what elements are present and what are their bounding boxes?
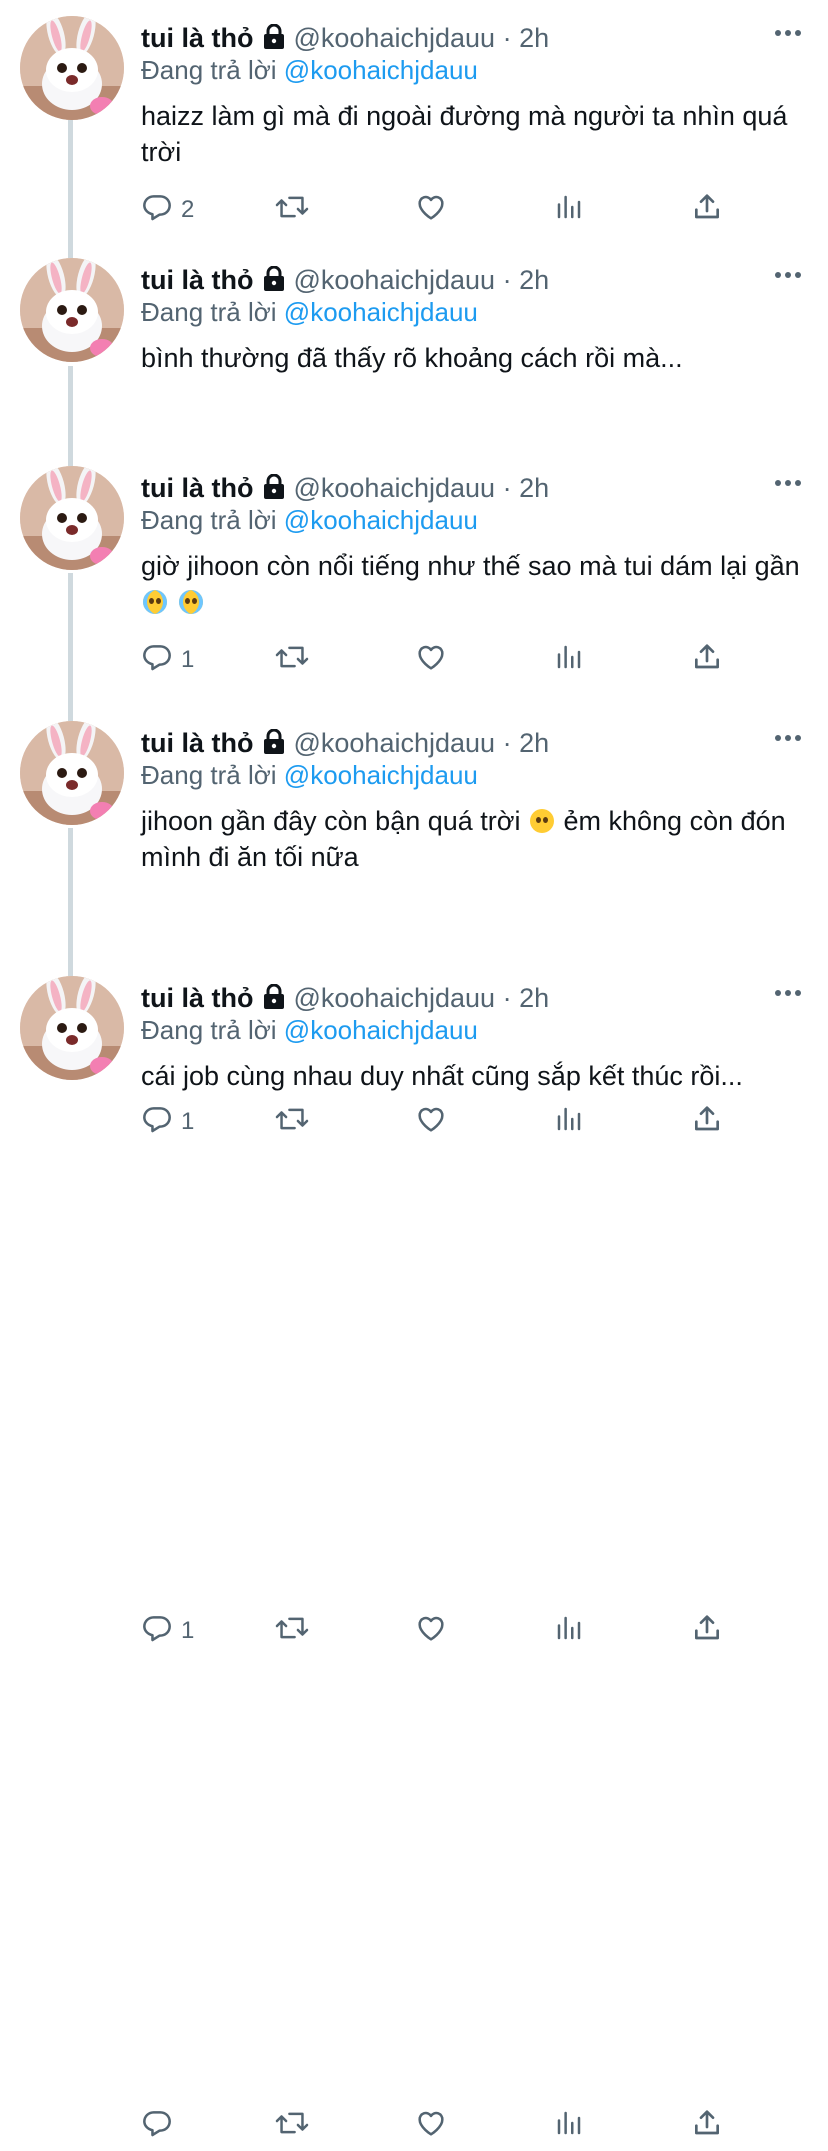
separator-dot: · xyxy=(502,728,512,758)
retweet-icon xyxy=(275,2107,309,2146)
crying-face-emoji xyxy=(143,590,167,614)
tweet-body: cái job cùng nhau duy nhất cũng sắp kết … xyxy=(141,1058,801,1094)
reply-button[interactable] xyxy=(141,2106,181,2146)
replying-to-label: Đang trả lời xyxy=(141,505,277,535)
separator-dot: · xyxy=(502,23,512,53)
user-handle[interactable]: @koohaichjdauu xyxy=(293,983,495,1013)
tweet-text: haizz làm gì mà đi ngoài đường mà người … xyxy=(141,101,795,167)
more-icon[interactable] xyxy=(774,729,802,747)
share-icon xyxy=(691,2107,723,2146)
tweet-actions xyxy=(141,2106,741,2146)
replying-to: Đang trả lời @koohaichjdauu xyxy=(141,1012,478,1048)
more-icon[interactable] xyxy=(774,474,802,492)
views-icon xyxy=(554,2107,584,2146)
replying-to-mention[interactable]: @koohaichjdauu xyxy=(284,505,478,535)
like-button[interactable] xyxy=(415,2106,447,2146)
retweet-icon xyxy=(275,191,309,230)
views-button[interactable] xyxy=(554,190,584,230)
timestamp[interactable]: 2h xyxy=(519,23,549,53)
user-handle[interactable]: @koohaichjdauu xyxy=(293,265,495,295)
like-button[interactable] xyxy=(415,190,447,230)
tweet-body: bình thường đã thấy rõ khoảng cách rồi m… xyxy=(141,340,801,376)
tweet-text: cái job cùng nhau duy nhất cũng sắp kết … xyxy=(141,1061,743,1091)
retweet-button[interactable] xyxy=(275,2106,309,2146)
tweet-actions: 2 xyxy=(141,190,741,230)
reply-icon xyxy=(141,2107,173,2146)
user-handle[interactable]: @koohaichjdauu xyxy=(293,728,495,758)
tweet-body: giờ jihoon còn nổi tiếng như thế sao mà … xyxy=(141,548,801,620)
timestamp[interactable]: 2h xyxy=(519,265,549,295)
user-handle[interactable]: @koohaichjdauu xyxy=(293,23,495,53)
pleading-face-emoji xyxy=(530,809,554,833)
separator-dot: · xyxy=(502,265,512,295)
share-icon xyxy=(691,191,723,230)
replying-to-mention[interactable]: @koohaichjdauu xyxy=(284,297,478,327)
like-icon xyxy=(415,2107,447,2146)
views-button[interactable] xyxy=(554,2106,584,2146)
separator-dot: · xyxy=(502,983,512,1013)
replying-to-label: Đang trả lời xyxy=(141,1015,277,1045)
avatar[interactable] xyxy=(20,258,124,362)
tweet-body: jihoon gần đây còn bận quá trời ẻm không… xyxy=(141,803,801,875)
display-name[interactable]: tui là thỏ xyxy=(141,23,253,53)
like-icon xyxy=(415,191,447,230)
tweet-text: bình thường đã thấy rõ khoảng cách rồi m… xyxy=(141,343,683,373)
replying-to-label: Đang trả lời xyxy=(141,760,277,790)
share-button[interactable] xyxy=(691,190,723,230)
share-button[interactable] xyxy=(691,2106,723,2146)
tweet[interactable]: tui là thỏ @koohaichjdauu · 2h Đang trả l… xyxy=(0,0,828,235)
replying-to-mention[interactable]: @koohaichjdauu xyxy=(284,1015,478,1045)
reply-count: 2 xyxy=(181,196,195,223)
tweet-text: jihoon gần đây còn bận quá trời xyxy=(141,806,521,836)
timestamp[interactable]: 2h xyxy=(519,983,549,1013)
more-icon[interactable] xyxy=(774,984,802,1002)
more-icon[interactable] xyxy=(774,24,802,42)
avatar[interactable] xyxy=(20,16,124,120)
retweet-button[interactable] xyxy=(275,190,309,230)
replying-to-mention[interactable]: @koohaichjdauu xyxy=(284,55,478,85)
display-name[interactable]: tui là thỏ xyxy=(141,728,253,758)
display-name[interactable]: tui là thỏ xyxy=(141,983,253,1013)
replying-to-label: Đang trả lời xyxy=(141,55,277,85)
timestamp[interactable]: 2h xyxy=(519,728,549,758)
tweet-text: giờ jihoon còn nổi tiếng như thế sao mà … xyxy=(141,551,800,581)
replying-to-mention[interactable]: @koohaichjdauu xyxy=(284,760,478,790)
replying-to: Đang trả lời @koohaichjdauu xyxy=(141,294,478,330)
user-handle[interactable]: @koohaichjdauu xyxy=(293,473,495,503)
tweet[interactable]: tui là thỏ @koohaichjdauu · 2h Đang trả l… xyxy=(0,960,828,2151)
replying-to: Đang trả lời @koohaichjdauu xyxy=(141,502,478,538)
avatar[interactable] xyxy=(20,976,124,1080)
avatar[interactable] xyxy=(20,466,124,570)
display-name[interactable]: tui là thỏ xyxy=(141,473,253,503)
crying-face-emoji xyxy=(178,590,203,614)
tweet-body: haizz làm gì mà đi ngoài đường mà người … xyxy=(141,98,801,170)
more-icon[interactable] xyxy=(774,266,802,284)
reply-icon xyxy=(141,191,173,230)
display-name[interactable]: tui là thỏ xyxy=(141,265,253,295)
reply-button[interactable]: 2 xyxy=(141,190,194,230)
avatar[interactable] xyxy=(20,721,124,825)
separator-dot: · xyxy=(502,473,512,503)
replying-to-label: Đang trả lời xyxy=(141,297,277,327)
replying-to: Đang trả lời @koohaichjdauu xyxy=(141,757,478,793)
replying-to: Đang trả lời @koohaichjdauu xyxy=(141,52,478,88)
views-icon xyxy=(554,191,584,230)
timestamp[interactable]: 2h xyxy=(519,473,549,503)
